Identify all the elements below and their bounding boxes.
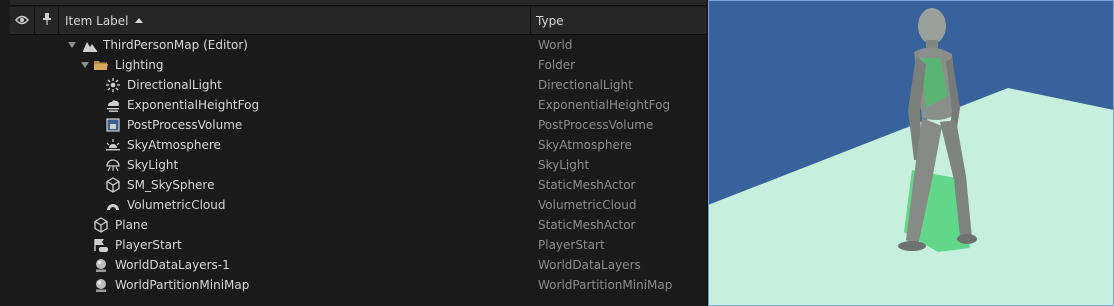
eye-icon (15, 14, 29, 28)
row-label: WorldDataLayers-1 (115, 258, 230, 272)
expand-arrow-icon[interactable] (80, 60, 90, 70)
post-process-volume-icon (105, 117, 121, 133)
tree-row-directionallight[interactable]: DirectionalLight DirectionalLight (10, 75, 707, 95)
world-outliner-panel: Item Label Type ThirdPersonMap (Editor) … (0, 0, 708, 306)
row-type: Folder (538, 58, 576, 72)
level-viewport[interactable] (708, 0, 1114, 306)
outliner-column-header: Item Label Type (10, 7, 707, 35)
sky-light-icon (105, 157, 121, 173)
expand-arrow-icon[interactable] (67, 40, 77, 50)
sort-ascending-icon (134, 18, 143, 23)
sky-atmosphere-icon (105, 137, 121, 153)
item-label-header-text: Item Label (65, 13, 129, 28)
row-type: WorldDataLayers (538, 258, 641, 272)
directional-light-icon (105, 77, 121, 93)
tree-row-sm-skysphere[interactable]: SM_SkySphere StaticMeshActor (10, 175, 707, 195)
tree-row-exponentialheightfog[interactable]: ExponentialHeightFog ExponentialHeightFo… (10, 95, 707, 115)
static-mesh-icon (93, 217, 109, 233)
pin-icon (42, 12, 52, 29)
tree-row-postprocessvolume[interactable]: PostProcessVolume PostProcessVolume (10, 115, 707, 135)
visibility-column-header[interactable] (10, 7, 35, 34)
type-column-header[interactable]: Type (531, 7, 707, 34)
row-type: WorldPartitionMiniMap (538, 278, 673, 292)
row-type: StaticMeshActor (538, 218, 636, 232)
volumetric-cloud-icon (105, 197, 121, 213)
row-type: VolumetricCloud (538, 198, 637, 212)
row-label: PostProcessVolume (127, 118, 243, 132)
row-label: SkyLight (127, 158, 179, 172)
row-type: SkyLight (538, 158, 590, 172)
row-label: PlayerStart (115, 238, 182, 252)
row-type: PlayerStart (538, 238, 605, 252)
pin-column-header[interactable] (35, 7, 59, 34)
row-label: DirectionalLight (127, 78, 222, 92)
tree-row-thirdpersonmap[interactable]: ThirdPersonMap (Editor) World (10, 35, 707, 55)
world-map-icon (82, 37, 98, 53)
row-type: ExponentialHeightFog (538, 98, 671, 112)
player-start-icon (93, 237, 109, 253)
row-label: VolumetricCloud (127, 198, 226, 212)
item-label-column-header[interactable]: Item Label (59, 7, 531, 34)
row-label: ThirdPersonMap (Editor) (103, 38, 248, 52)
world-partition-minimap-icon (93, 277, 109, 293)
tree-row-plane[interactable]: Plane StaticMeshActor (10, 215, 707, 235)
world-data-layers-icon (93, 257, 109, 273)
tree-row-skylight[interactable]: SkyLight SkyLight (10, 155, 707, 175)
tree-row-volumetriccloud[interactable]: VolumetricCloud VolumetricCloud (10, 195, 707, 215)
row-label: Plane (115, 218, 148, 232)
tree-row-lighting-folder[interactable]: Lighting Folder (10, 55, 707, 75)
type-header-text: Type (536, 13, 564, 28)
static-mesh-icon (105, 177, 121, 193)
height-fog-icon (105, 97, 121, 113)
tree-row-worlddatalayers[interactable]: WorldDataLayers-1 WorldDataLayers (10, 255, 707, 275)
row-label: ExponentialHeightFog (127, 98, 260, 112)
row-type: StaticMeshActor (538, 178, 636, 192)
viewport-scene (708, 0, 1114, 306)
row-label: SM_SkySphere (127, 178, 215, 192)
folder-icon (93, 57, 109, 73)
row-label: Lighting (115, 58, 164, 72)
row-label: SkyAtmosphere (127, 138, 221, 152)
outliner-search-bar-edge (10, 0, 707, 6)
row-type: DirectionalLight (538, 78, 633, 92)
row-type: PostProcessVolume (538, 118, 654, 132)
outliner-tree: ThirdPersonMap (Editor) World Lighting F… (10, 35, 707, 295)
tree-row-playerstart[interactable]: PlayerStart PlayerStart (10, 235, 707, 255)
tree-row-skyatmosphere[interactable]: SkyAtmosphere SkyAtmosphere (10, 135, 707, 155)
row-type: World (538, 38, 573, 52)
tree-row-worldpartitionminimap[interactable]: WorldPartitionMiniMap WorldPartitionMini… (10, 275, 707, 295)
row-type: SkyAtmosphere (538, 138, 632, 152)
row-label: WorldPartitionMiniMap (115, 278, 250, 292)
